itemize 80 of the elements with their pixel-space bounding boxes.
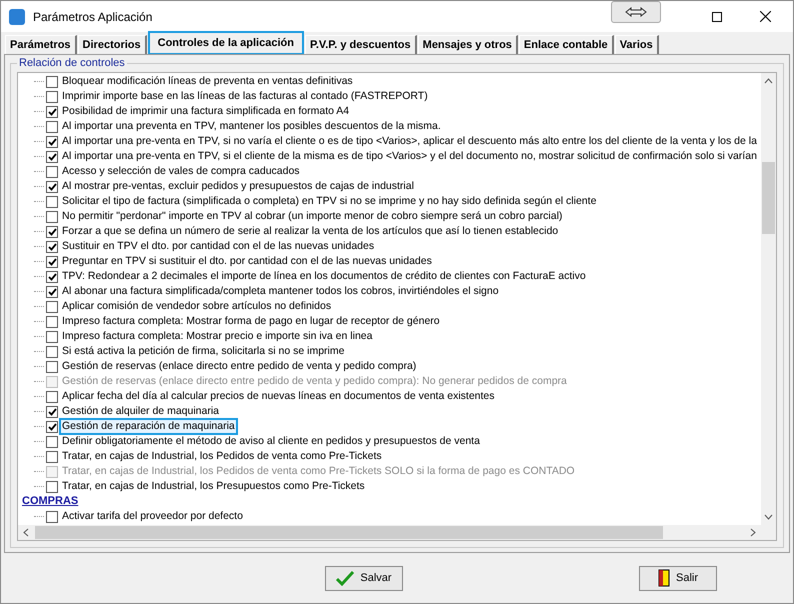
tab[interactable]: Enlace contable xyxy=(518,35,614,54)
save-button[interactable]: Salvar xyxy=(325,566,403,590)
tab[interactable]: Varios xyxy=(614,35,659,54)
option-label[interactable]: Imprimir importe base en las líneas de las facturas al contado (FASTREPORT) xyxy=(61,90,429,103)
checkbox[interactable] xyxy=(46,420,58,432)
checkbox[interactable] xyxy=(46,196,58,208)
tab[interactable]: Mensajes y otros xyxy=(418,35,518,54)
option-label[interactable]: Impreso factura completa: Mostrar precio e importe sin iva en linea xyxy=(61,330,374,343)
checkbox[interactable] xyxy=(46,360,58,372)
scrollbar-thumb[interactable] xyxy=(35,526,663,539)
vertical-scrollbar[interactable] xyxy=(761,73,776,525)
checkbox[interactable] xyxy=(46,210,58,222)
option-label[interactable]: Impreso factura completa: Mostrar forma de pago en lugar de receptor de género xyxy=(61,315,441,328)
checkbox[interactable] xyxy=(46,300,58,312)
checkbox[interactable] xyxy=(46,270,58,282)
checkbox[interactable] xyxy=(46,120,58,132)
option-label[interactable]: Al importar una pre-venta en TPV, si no varía el cliente o es de tipo <Varios>, aplicar el descuento más alto entre los del cliente de la venta y los de la xyxy=(61,135,758,148)
option-label[interactable]: Solicitar el tipo de factura (simplificada o completa) en TPV si no se imprime y no hay sido definida según el cliente xyxy=(61,195,598,208)
option-label[interactable]: Bloquear modificación líneas de preventa en ventas definitivas xyxy=(61,75,354,88)
exit-button[interactable]: Salir xyxy=(639,566,717,590)
checkbox[interactable] xyxy=(46,166,58,178)
checkbox[interactable] xyxy=(46,150,58,162)
resize-toggle-button[interactable] xyxy=(611,0,661,22)
checkbox[interactable] xyxy=(46,286,58,298)
checkbox[interactable] xyxy=(46,330,58,342)
option-label[interactable]: Gestión de reservas (enlace directo entre pedido de venta y pedido compra) xyxy=(61,360,418,373)
option-label[interactable]: Aplicar fecha del día al calcular precios de nuevas líneas en documentos de venta existentes xyxy=(61,390,496,403)
checkbox[interactable] xyxy=(46,106,58,118)
checkbox[interactable] xyxy=(46,450,58,462)
checkbox[interactable] xyxy=(46,76,58,88)
checkbox[interactable] xyxy=(46,316,58,328)
scroll-right-icon xyxy=(750,528,756,537)
option-label[interactable]: Forzar a que se defina un número de serie al realizar la venta de los artículos que así lo tienen establecido xyxy=(61,225,560,238)
scroll-up-icon xyxy=(764,78,773,84)
option-label[interactable]: Activar tarifa del proveedor por defecto xyxy=(61,510,244,523)
checkbox[interactable] xyxy=(46,180,58,192)
option-label[interactable]: Tratar, en cajas de Industrial, los Presupuestos como Pre-Tickets xyxy=(61,480,366,493)
window-title: Parámetros Aplicación xyxy=(33,8,152,26)
option-label[interactable]: Al importar una pre-venta en TPV, si el cliente de la misma es de tipo <Varios> y el del documento no, mostrar solicitud de confirmación solo si varían xyxy=(61,150,758,163)
checkbox[interactable] xyxy=(46,390,58,402)
scroll-left-icon xyxy=(23,528,29,537)
option-label[interactable]: Al importar una preventa en TPV, mantener los posibles descuentos de la misma. xyxy=(61,120,442,133)
checkbox[interactable] xyxy=(46,346,58,358)
door-icon xyxy=(658,569,670,587)
checkbox[interactable] xyxy=(46,510,58,522)
option-label[interactable]: Gestión de reparación de maquinaria xyxy=(61,420,236,433)
option-label[interactable]: Acesso y selección de vales de compra caducados xyxy=(61,165,301,178)
section-heading: COMPRAS xyxy=(21,494,80,509)
tab[interactable]: P.V.P. y descuentos xyxy=(304,35,417,54)
checkbox[interactable] xyxy=(46,480,58,492)
option-label[interactable]: Gestión de alquiler de maquinaria xyxy=(61,405,220,418)
scroll-down-icon xyxy=(764,514,773,520)
option-label[interactable]: Al mostrar pre-ventas, excluir pedidos y presupuestos de cajas de industrial xyxy=(61,180,415,193)
tab[interactable]: Parámetros xyxy=(5,35,77,54)
option-label[interactable]: TPV: Redondear a 2 decimales el importe de línea en los documentos de crédito de clientes con FacturaE activo xyxy=(61,270,587,283)
checkmark-icon xyxy=(336,570,354,586)
double-arrow-icon xyxy=(625,6,647,16)
tab[interactable]: Directorios xyxy=(78,35,147,54)
option-label[interactable]: Si está activa la petición de firma, solicitarla si no se imprime xyxy=(61,345,346,358)
checkbox[interactable] xyxy=(46,406,58,418)
checkbox[interactable] xyxy=(46,256,58,268)
app-logo-icon xyxy=(9,8,25,24)
option-label[interactable]: Definir obligatoriamente el método de aviso al cliente en pedidos y presupuestos de venta xyxy=(61,435,481,448)
checkbox[interactable] xyxy=(46,436,58,448)
option-label[interactable]: Posibilidad de imprimir una factura simplificada en formato A4 xyxy=(61,105,350,118)
close-icon xyxy=(760,11,770,22)
tab[interactable]: Controles de la aplicación xyxy=(148,31,304,55)
checkbox[interactable] xyxy=(46,90,58,102)
option-label[interactable]: Al abonar una factura simplificada/completa mantener todos los cobros, invirtiéndoles el signo xyxy=(61,285,500,298)
option-label[interactable]: No permitir "perdonar" importe en TPV al cobrar (un importe menor de cobro siempre será un cobro parcial) xyxy=(61,210,564,223)
option-label[interactable]: Aplicar comisión de vendedor sobre artículos no definidos xyxy=(61,300,332,313)
maximize-icon xyxy=(712,12,722,22)
scrollbar-thumb[interactable] xyxy=(762,162,775,234)
checkbox[interactable] xyxy=(46,240,58,252)
checkbox[interactable] xyxy=(46,136,58,148)
option-label[interactable]: Preguntar en TPV si sustituir el dto. por cantidad con el de las nuevas unidades xyxy=(61,255,433,268)
option-label[interactable]: Tratar, en cajas de Industrial, los Pedidos de venta como Pre-Tickets xyxy=(61,450,383,463)
option-label[interactable]: Sustituir en TPV el dto. por cantidad con el de las nuevas unidades xyxy=(61,240,376,253)
horizontal-scrollbar[interactable] xyxy=(18,525,776,540)
checkbox[interactable] xyxy=(46,226,58,238)
